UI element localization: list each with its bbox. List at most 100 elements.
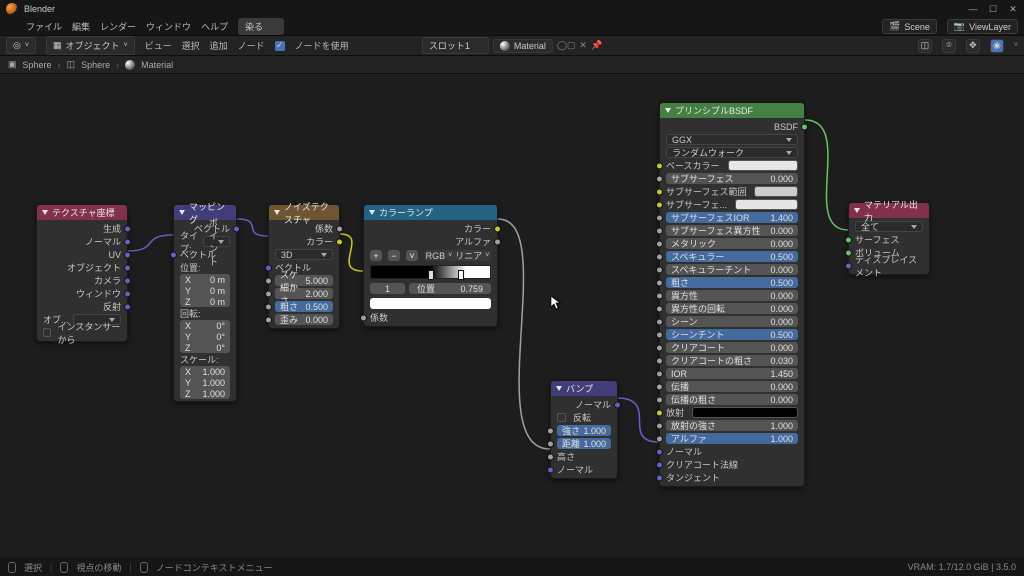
socket-in-normal[interactable]: ノーマル	[660, 445, 804, 458]
socket-out-object[interactable]: オブジェクト	[37, 261, 127, 274]
field-サブサーフェス範囲[interactable]: サブサーフェス範囲	[660, 185, 804, 198]
socket-out-uv[interactable]: UV	[37, 248, 127, 261]
field-メタリック[interactable]: メタリック0.000	[660, 237, 804, 250]
field-strength[interactable]: 強さ1.000	[551, 424, 617, 437]
gizmo-icon[interactable]: ✥	[966, 39, 980, 53]
field-emission-strength[interactable]: 放射の強さ1.000	[660, 419, 804, 432]
field-スペキュラー[interactable]: スペキュラー0.500	[660, 250, 804, 263]
ramp-index-field[interactable]: 1	[370, 283, 405, 294]
options-caret-icon[interactable]: ˅	[1014, 42, 1018, 49]
rotation-vector[interactable]: X0° Y0° Z0°	[174, 320, 236, 353]
socket-in-tangent[interactable]: タンジェント	[660, 471, 804, 484]
target-select[interactable]: 全て	[849, 220, 929, 233]
field-クリアコート[interactable]: クリアコート0.000	[660, 341, 804, 354]
node-color-ramp[interactable]: カラーランプ カラー アルファ + − ˅ RGB˅リニア˅ 1 位置0.759…	[363, 204, 498, 327]
field-サブサーフェ...[interactable]: サブサーフェ...	[660, 198, 804, 211]
socket-out-camera[interactable]: カメラ	[37, 274, 127, 287]
snap-icon[interactable]: ⌾	[942, 39, 956, 53]
socket-out-generated[interactable]: 生成	[37, 222, 127, 235]
node-material-output[interactable]: マテリアル出力 全て サーフェス ボリューム ディスプレイスメント	[848, 202, 930, 275]
menu-node[interactable]: ノード	[238, 39, 265, 52]
menu-window[interactable]: ウィンドウ	[146, 20, 191, 33]
field-distance[interactable]: 距離1.000	[551, 437, 617, 450]
socket-in-surface[interactable]: サーフェス	[849, 233, 929, 246]
ramp-stop[interactable]	[458, 270, 464, 280]
socket-in-factor[interactable]: 係数	[364, 311, 497, 324]
material-close-icon[interactable]: ✕	[579, 40, 587, 51]
socket-in-normal[interactable]: ノーマル	[551, 463, 617, 476]
use-nodes-checkbox[interactable]: ✓	[275, 41, 285, 51]
socket-out-factor[interactable]: 係数	[269, 222, 339, 235]
socket-in-emission[interactable]: 放射	[660, 406, 804, 419]
field-クリアコートの粗さ[interactable]: クリアコートの粗さ0.030	[660, 354, 804, 367]
node-noise-texture[interactable]: ノイズテクスチャ 係数 カラー 3D ベクトル スケール5.000 細かさ2.0…	[268, 204, 340, 329]
color-swatch[interactable]	[754, 186, 798, 197]
ramp-stop[interactable]	[428, 270, 434, 280]
ramp-add-button[interactable]: +	[370, 250, 382, 261]
field-伝播[interactable]: 伝播0.000	[660, 380, 804, 393]
dimensions-select[interactable]: 3D	[269, 248, 339, 261]
field-伝播の粗さ[interactable]: 伝播の粗さ0.000	[660, 393, 804, 406]
socket-in-base-color[interactable]: ベースカラー	[660, 159, 804, 172]
node-bump[interactable]: バンプ ノーマル 反転 強さ1.000 距離1.000 高さ ノーマル	[550, 380, 618, 479]
pin-icon[interactable]: 📌	[591, 40, 602, 51]
socket-out-normal[interactable]: ノーマル	[551, 398, 617, 411]
field-異方性の回転[interactable]: 異方性の回転0.000	[660, 302, 804, 315]
color-ramp-gradient[interactable]	[370, 265, 491, 279]
menu-select[interactable]: 選択	[182, 39, 200, 52]
ramp-position-field[interactable]: 位置0.759	[409, 283, 491, 294]
socket-out-normal[interactable]: ノーマル	[37, 235, 127, 248]
node-texture-coordinate[interactable]: テクスチャ座標 生成 ノーマル UV オブジェクト カメラ ウィンドウ 反射 オ…	[36, 204, 128, 342]
distribution-select[interactable]: GGX	[660, 133, 804, 146]
field-distortion[interactable]: 歪み0.000	[269, 313, 339, 326]
shading-icon[interactable]: ◉	[990, 39, 1004, 53]
viewlayer-selector[interactable]: 📷 ViewLayer	[947, 19, 1018, 34]
field-サブサーフェス[interactable]: サブサーフェス0.000	[660, 172, 804, 185]
field-サブサーフェス異方性[interactable]: サブサーフェス異方性0.000	[660, 224, 804, 237]
crumb-material[interactable]: Material	[141, 60, 173, 70]
mapping-type-select[interactable]: タイプ:ポイント	[174, 235, 236, 248]
field-roughness[interactable]: 粗さ0.500	[269, 300, 339, 313]
material-select[interactable]: Material	[493, 39, 553, 53]
menu-view[interactable]: ビュー	[145, 39, 172, 52]
scale-vector[interactable]: X1.000 Y1.000 Z1.000	[174, 366, 236, 399]
field-detail[interactable]: 細かさ2.000	[269, 287, 339, 300]
scene-selector[interactable]: 🎬 Scene	[882, 19, 937, 34]
socket-out-reflection[interactable]: 反射	[37, 300, 127, 313]
menu-render[interactable]: レンダー	[100, 20, 136, 33]
sss-method-select[interactable]: ランダムウォーク	[660, 146, 804, 159]
socket-out-color[interactable]: カラー	[269, 235, 339, 248]
socket-in-clearcoat-normal[interactable]: クリアコート法線	[660, 458, 804, 471]
object-mode-button[interactable]: ▦オブジェクト˅	[46, 36, 135, 55]
window-max-button[interactable]: ☐	[988, 4, 998, 14]
menu-edit[interactable]: 編集	[72, 20, 90, 33]
menu-add[interactable]: 追加	[210, 39, 228, 52]
window-min-button[interactable]: —	[968, 4, 978, 14]
menu-help[interactable]: ヘルプ	[201, 20, 228, 33]
field-IOR[interactable]: IOR1.450	[660, 367, 804, 380]
ramp-remove-button[interactable]: −	[388, 250, 400, 261]
ramp-menu-button[interactable]: ˅	[406, 250, 418, 261]
ramp-color-swatch[interactable]	[370, 298, 491, 309]
crumb-mesh[interactable]: Sphere	[81, 60, 110, 70]
crumb-object[interactable]: Sphere	[23, 60, 52, 70]
node-principled-bsdf[interactable]: プリンシプルBSDF BSDF GGX ランダムウォーク ベースカラー サブサー…	[659, 102, 805, 487]
field-スペキュラーチント[interactable]: スペキュラーチント0.000	[660, 263, 804, 276]
collapse-icon[interactable]	[369, 210, 375, 215]
collapse-icon[interactable]	[854, 208, 860, 213]
window-close-button[interactable]: ✕	[1008, 4, 1018, 14]
material-user-icon[interactable]: ◯▢	[557, 40, 576, 51]
collapse-icon[interactable]	[179, 210, 185, 215]
socket-out-color[interactable]: カラー	[364, 222, 497, 235]
field-シーンチント[interactable]: シーンチント0.500	[660, 328, 804, 341]
socket-out-alpha[interactable]: アルファ	[364, 235, 497, 248]
node-mapping[interactable]: マッピング ベクトル タイプ:ポイント ベクトル 位置: X0 m Y0 m Z…	[173, 204, 237, 402]
location-vector[interactable]: X0 m Y0 m Z0 m	[174, 274, 236, 307]
menu-file[interactable]: ファイル	[26, 20, 62, 33]
collapse-icon[interactable]	[556, 386, 562, 391]
socket-in-height[interactable]: 高さ	[551, 450, 617, 463]
collapse-icon[interactable]	[274, 210, 280, 215]
collapse-icon[interactable]	[665, 108, 671, 113]
from-instancer-checkbox[interactable]: インスタンサーから	[37, 326, 127, 339]
color-swatch[interactable]	[692, 407, 798, 418]
